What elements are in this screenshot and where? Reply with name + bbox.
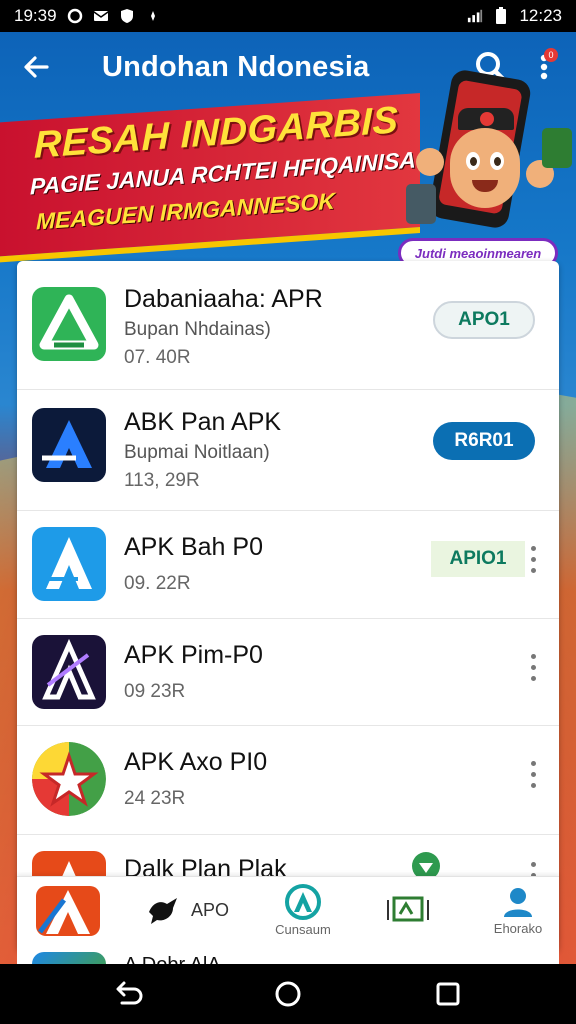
- peek-app-icon: [32, 952, 106, 964]
- app-list-card: Dabaniaaha: APR Bupan Nhdainas) 07. 40R …: [17, 261, 559, 951]
- status-time-left: 19:39: [14, 6, 57, 25]
- app-name: APK Pim-P0: [124, 641, 263, 669]
- battery-icon: [493, 7, 509, 24]
- tab-label: Cunsaum: [275, 921, 331, 937]
- list-item[interactable]: APK Bah P0 09. 22R APIO1: [17, 511, 559, 619]
- mini-card-right: [542, 128, 572, 168]
- status-right: 12:23: [467, 6, 562, 26]
- a-circle-icon: [285, 883, 321, 920]
- mail-icon: [93, 8, 109, 24]
- app-name: APK Bah P0: [124, 533, 263, 561]
- mascot-hat: [458, 108, 514, 130]
- status-bar: 19:39 12:23: [0, 0, 576, 32]
- app-name: APK Axo PI0: [124, 748, 268, 776]
- row-more-icon[interactable]: [521, 539, 545, 579]
- row-more-icon[interactable]: [521, 647, 545, 687]
- nav-recents-button[interactable]: [424, 976, 472, 1012]
- tv-icon: [387, 896, 429, 922]
- install-button[interactable]: APIO1: [431, 541, 525, 577]
- notification-badge: 0: [544, 48, 558, 62]
- status-left: 19:39: [14, 6, 161, 26]
- list-item[interactable]: APK Axo PI0 24 23R: [17, 726, 559, 835]
- dark-a-icon: [32, 635, 106, 709]
- o-icon: [67, 8, 83, 24]
- navy-a-icon: [32, 408, 106, 482]
- tab-cunsaum[interactable]: Cunsaum: [253, 877, 353, 943]
- list-item-peek[interactable]: A Dobr AlA: [17, 942, 559, 964]
- tab-label: Ehorako: [493, 920, 543, 936]
- a-logo-icon: [36, 886, 100, 936]
- tab-ehorako[interactable]: Ehorako: [473, 877, 563, 943]
- mascot-eye-left: [466, 152, 480, 170]
- install-button[interactable]: APO1: [433, 301, 535, 339]
- status-time-right: 12:23: [519, 6, 562, 25]
- app-size: 09. 22R: [124, 573, 191, 594]
- mascot-mouth: [472, 180, 498, 192]
- tab-home-app[interactable]: [31, 877, 105, 943]
- nav-home-button[interactable]: [264, 976, 312, 1012]
- shield-icon: [119, 8, 135, 24]
- nav-home-icon: [275, 981, 301, 1007]
- bird-icon: [148, 898, 177, 924]
- tab-bird-label: APO: [190, 899, 229, 920]
- list-item[interactable]: Dabaniaaha: APR Bupan Nhdainas) 07. 40R …: [17, 261, 559, 390]
- system-nav-bar: [0, 964, 576, 1024]
- list-item[interactable]: APK Pim-P0 09 23R: [17, 619, 559, 726]
- nav-back-icon: [116, 981, 143, 1005]
- app-name: A Dobr AlA: [124, 954, 221, 964]
- back-arrow-icon: [24, 56, 49, 78]
- tab-bird[interactable]: APO: [133, 877, 243, 943]
- mascot-illustration: [406, 68, 576, 248]
- nav-back-button[interactable]: [104, 976, 152, 1012]
- mascot-face: [450, 128, 520, 208]
- tab-tv[interactable]: [371, 877, 445, 943]
- app-developer: Bupmai Noitlaan): [124, 442, 270, 463]
- list-item[interactable]: ABK Pan APK Bupmai Noitlaan) 113, 29R R6…: [17, 390, 559, 511]
- install-button[interactable]: R6R01: [433, 422, 535, 460]
- app-size: 24 23R: [124, 788, 186, 809]
- back-button[interactable]: [16, 47, 56, 87]
- app-name: ABK Pan APK: [124, 408, 282, 436]
- app-size: 09 23R: [124, 681, 186, 702]
- hat-badge: [480, 112, 494, 126]
- green-triangle-icon: [32, 287, 106, 361]
- page-title: Undohan Ndonesia: [102, 50, 370, 83]
- blue-a-icon: [32, 527, 106, 601]
- row-more-icon[interactable]: [521, 754, 545, 794]
- app-size: 113, 29R: [124, 470, 200, 491]
- colorful-star-icon: [32, 742, 106, 816]
- mascot-hand-left: [416, 148, 444, 176]
- mini-card-left: [406, 184, 436, 224]
- app-developer: Bupan Nhdainas): [124, 319, 271, 340]
- dot-icon: [145, 8, 161, 24]
- signal-icon: [467, 8, 483, 24]
- app-size: 07. 40R: [124, 347, 191, 368]
- nav-recents-icon: [436, 982, 460, 1006]
- app-name: Dabaniaaha: APR: [124, 285, 323, 313]
- mascot-eye-right: [490, 152, 504, 170]
- bottom-tab-bar: APO Cunsaum Ehorako: [17, 876, 559, 942]
- person-icon: [504, 887, 532, 917]
